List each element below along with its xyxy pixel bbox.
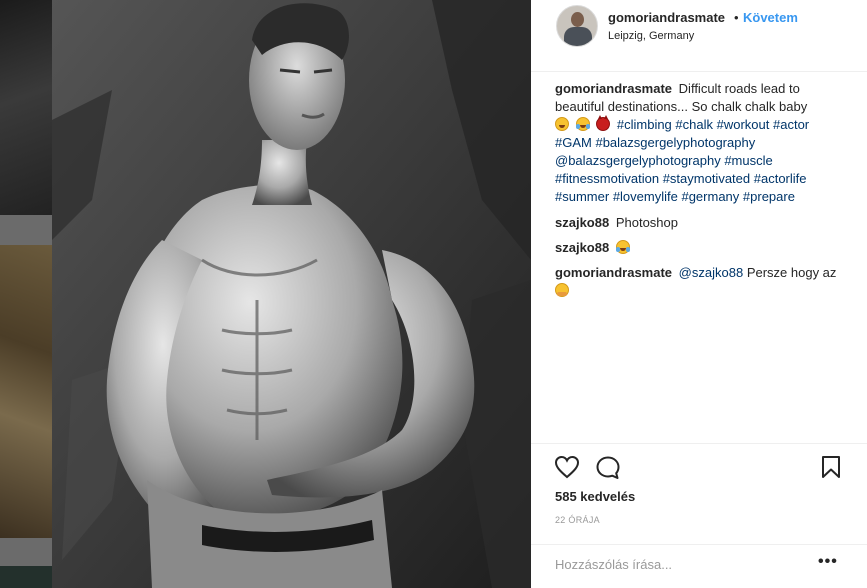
avatar-head: [571, 12, 584, 27]
caption: gomoriandrasmate Difficult roads lead to…: [555, 80, 850, 206]
hashtag-link[interactable]: #balazsgergelyphotography: [595, 135, 755, 150]
hashtag-link[interactable]: #actor: [773, 117, 809, 132]
hashtag-link[interactable]: #fitnessmotivation: [555, 171, 659, 186]
hashtag-link[interactable]: #climbing: [617, 117, 672, 132]
comment-username[interactable]: gomoriandrasmate: [555, 265, 672, 280]
smiling-face-with-horns-icon: [596, 115, 611, 131]
hashtag-link[interactable]: #GAM: [555, 135, 592, 150]
add-comment-bar: •••: [531, 544, 867, 588]
post-photo[interactable]: [52, 0, 531, 588]
post-timestamp[interactable]: 22 ÓRÁJA: [555, 515, 600, 525]
background-image-middle: [0, 245, 52, 538]
likes-count[interactable]: 585 kedvelés: [555, 489, 635, 504]
bookmark-icon[interactable]: [821, 455, 841, 484]
comments-list: gomoriandrasmate Difficult roads lead to…: [555, 80, 850, 307]
hashtag-link[interactable]: #prepare: [743, 189, 795, 204]
location-link[interactable]: Leipzig, Germany: [608, 30, 694, 42]
grinning-squinting-face-icon: [555, 117, 569, 131]
comment-item: szajko88 Photoshop: [555, 214, 850, 232]
hashtag-link[interactable]: #chalk: [675, 117, 713, 132]
more-options-button[interactable]: •••: [818, 553, 838, 571]
post-photo-illustration: [52, 0, 531, 588]
face-with-tears-of-joy-icon: [575, 117, 590, 131]
comment-text: Persze hogy az: [746, 265, 837, 280]
add-comment-input[interactable]: [555, 555, 795, 573]
hashtag-link[interactable]: #muscle: [724, 153, 772, 168]
comment-text: Photoshop: [615, 215, 678, 230]
comment-username[interactable]: szajko88: [555, 215, 609, 230]
comment-icon[interactable]: [595, 455, 621, 486]
avatar-body: [564, 27, 592, 46]
comment-username[interactable]: szajko88: [555, 240, 609, 255]
background-image-bottom: [0, 566, 52, 588]
background-previous-post[interactable]: [0, 0, 52, 588]
hashtag-link[interactable]: #staymotivated: [663, 171, 750, 186]
background-gap: [0, 538, 52, 566]
mention-link[interactable]: @szajko88: [679, 265, 744, 280]
hashtag-link[interactable]: #actorlife: [754, 171, 807, 186]
header-separator: •: [734, 10, 739, 25]
comment-item: szajko88: [555, 239, 850, 257]
post-header: gomoriandrasmate • Követem Leipzig, Germ…: [531, 0, 867, 72]
follow-button[interactable]: Követem: [743, 10, 798, 25]
heart-icon[interactable]: [554, 455, 580, 484]
face-with-tears-of-joy-icon: [615, 240, 630, 254]
post-actions: 585 kedvelés 22 ÓRÁJA •••: [531, 443, 867, 588]
hugging-face-icon: [555, 283, 569, 297]
hashtag-link[interactable]: #workout: [717, 117, 770, 132]
comment-item: gomoriandrasmate @szajko88 Persze hogy a…: [555, 264, 850, 300]
background-image-top: [0, 0, 52, 215]
hashtag-link[interactable]: #lovemylife: [613, 189, 678, 204]
header-username[interactable]: gomoriandrasmate: [608, 10, 725, 25]
mention-link[interactable]: @balazsgergelyphotography: [555, 153, 721, 168]
background-gap: [0, 215, 52, 245]
avatar[interactable]: [556, 5, 598, 47]
caption-username[interactable]: gomoriandrasmate: [555, 81, 672, 96]
hashtag-link[interactable]: #summer: [555, 189, 609, 204]
hashtag-link[interactable]: #germany: [681, 189, 739, 204]
post-details-panel: gomoriandrasmate • Követem Leipzig, Germ…: [531, 0, 867, 588]
